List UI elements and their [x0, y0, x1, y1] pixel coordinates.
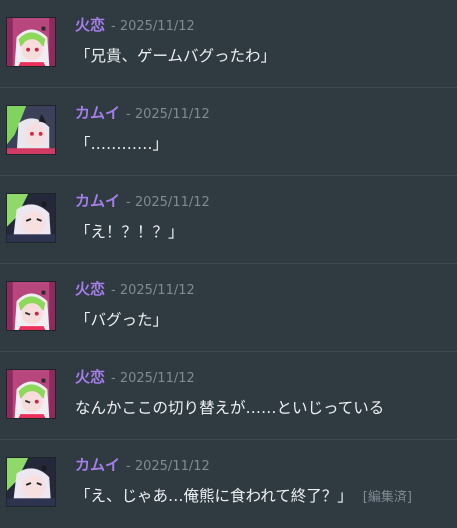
- chat-message: カムイ - 2025/11/12 「…………」: [0, 88, 457, 176]
- chat-message: 火恋 - 2025/11/12 「バグった」: [0, 264, 457, 352]
- timestamp: - 2025/11/12: [111, 283, 195, 298]
- timestamp: - 2025/11/12: [126, 107, 210, 122]
- message-text: 「兄貴、ゲームバグったわ」: [75, 47, 277, 65]
- author-name[interactable]: 火恋: [75, 278, 105, 299]
- message-text: 「バグった」: [75, 311, 169, 329]
- chat-message: カムイ - 2025/11/12 「え！？！？」: [0, 176, 457, 264]
- message-text: 「…………」: [75, 135, 169, 153]
- author-name[interactable]: カムイ: [75, 454, 120, 475]
- message-text: 「え！？！？」: [75, 223, 184, 241]
- avatar[interactable]: [6, 369, 56, 419]
- avatar[interactable]: [6, 193, 56, 243]
- avatar[interactable]: [6, 457, 56, 507]
- chat-message: 火恋 - 2025/11/12 「兄貴、ゲームバグったわ」: [0, 0, 457, 88]
- avatar-karen-icon: [7, 370, 55, 418]
- author-name[interactable]: カムイ: [75, 190, 120, 211]
- message-text: 「え、じゃあ…俺熊に食われて終了？」: [75, 487, 353, 505]
- avatar-karen-icon: [7, 18, 55, 66]
- timestamp: - 2025/11/12: [126, 195, 210, 210]
- avatar-kamui-icon: [7, 458, 55, 506]
- message-text: なんかここの切り替えが……といじっている: [75, 399, 385, 417]
- avatar[interactable]: [6, 281, 56, 331]
- avatar-karen-icon: [7, 282, 55, 330]
- timestamp: - 2025/11/12: [111, 371, 195, 386]
- chat-message: 火恋 - 2025/11/12 なんかここの切り替えが……といじっている: [0, 352, 457, 440]
- author-name[interactable]: 火恋: [75, 366, 105, 387]
- timestamp: - 2025/11/12: [126, 459, 210, 474]
- author-name[interactable]: カムイ: [75, 102, 120, 123]
- avatar[interactable]: [6, 17, 56, 67]
- chat-message: カムイ - 2025/11/12 「え、じゃあ…俺熊に食われて終了？」 [編集済]: [0, 440, 457, 528]
- avatar[interactable]: [6, 105, 56, 155]
- message-feed: 火恋 - 2025/11/12 「兄貴、ゲームバグったわ」 カムイ - 2025…: [0, 0, 457, 519]
- author-name[interactable]: 火恋: [75, 14, 105, 35]
- avatar-kamui-icon: [7, 194, 55, 242]
- timestamp: - 2025/11/12: [111, 19, 195, 34]
- edited-label: [編集済]: [362, 490, 412, 505]
- avatar-kamui-icon: [7, 106, 55, 154]
